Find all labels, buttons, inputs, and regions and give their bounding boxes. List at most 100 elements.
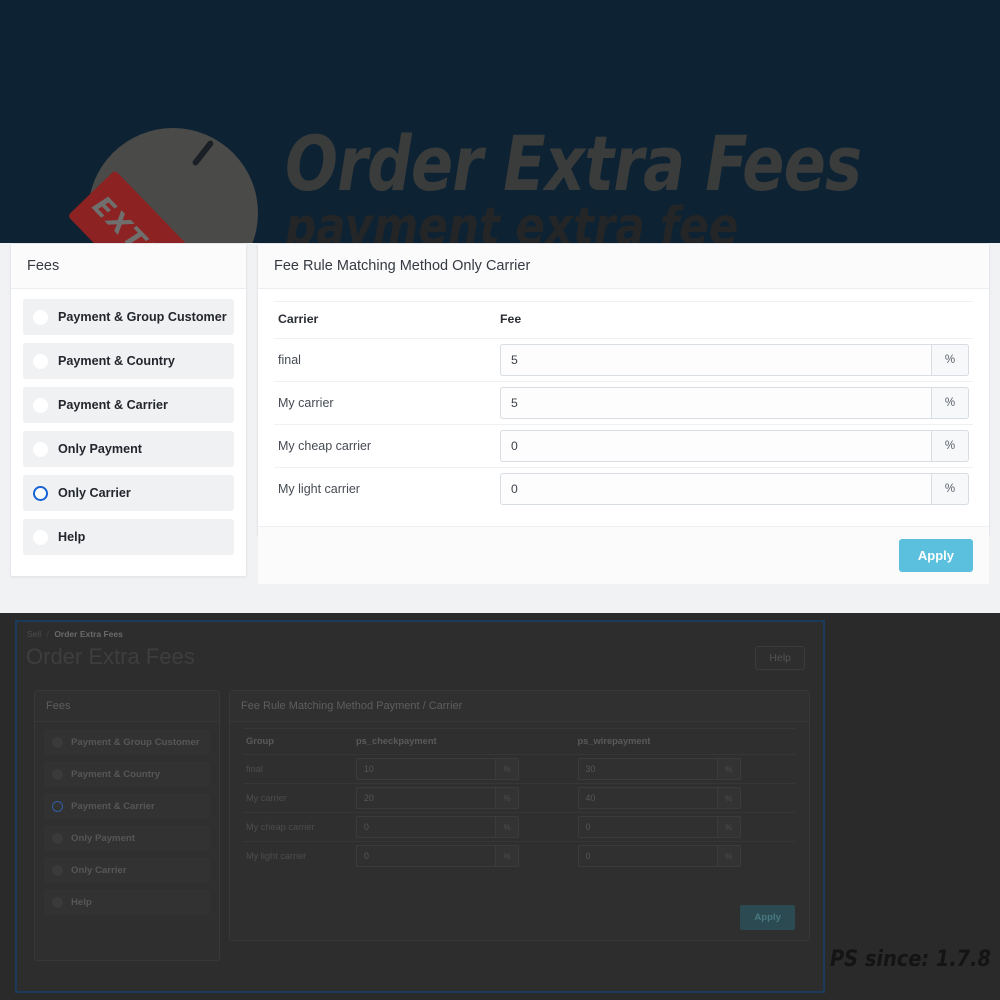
sidebar-item-help[interactable]: Help: [23, 519, 234, 555]
table-row: My carrier 20 % 40 %: [243, 783, 796, 813]
wirepayment-input[interactable]: 40: [577, 787, 717, 809]
percent-addon-icon: %: [931, 430, 969, 462]
percent-addon-icon: %: [716, 845, 741, 867]
fee-input[interactable]: [500, 473, 931, 505]
radio-icon[interactable]: [33, 529, 48, 545]
fee-input-group: %: [500, 387, 969, 419]
breadcrumb-root[interactable]: Sell: [27, 629, 41, 639]
price-tag-label: EXTRA: [85, 190, 185, 245]
radio-icon[interactable]: [52, 864, 63, 876]
radio-icon-selected[interactable]: [52, 800, 63, 812]
fee-input[interactable]: [500, 387, 931, 419]
preview-sidebar-item-payment-country[interactable]: Payment & Country: [44, 761, 210, 787]
preview-apply-button[interactable]: Apply: [740, 905, 795, 930]
preview-fees-sidebar: Fees Payment & Group Customer Payment & …: [34, 690, 220, 961]
preview-sidebar-item-help[interactable]: Help: [44, 889, 210, 915]
radio-icon[interactable]: [33, 353, 48, 369]
percent-addon-icon: %: [495, 758, 519, 780]
hero-title: Order Extra Fees: [285, 119, 862, 208]
radio-icon[interactable]: [33, 397, 48, 413]
radio-icon[interactable]: [52, 736, 63, 748]
wirepayment-input-group: 0 %: [577, 816, 741, 838]
fee-input[interactable]: [500, 430, 931, 462]
carrier-name: My carrier: [274, 381, 496, 425]
fee-input-group: %: [500, 473, 969, 505]
sidebar-item-label: Payment & Group Customer: [58, 310, 227, 324]
preview-fee-rule-panel: Fee Rule Matching Method Payment / Carri…: [229, 690, 810, 941]
preview-sidebar-item-payment-carrier[interactable]: Payment & Carrier: [44, 793, 210, 819]
table-row: My cheap carrier 0 % 0 %: [243, 812, 796, 842]
hero-subtitle: payment extra fee: [285, 197, 739, 245]
preview-fee-rule-footer: Apply: [740, 905, 795, 930]
fee-input-group: %: [500, 430, 969, 462]
radio-icon-selected[interactable]: [33, 485, 48, 501]
fee-cell: %: [496, 424, 973, 468]
group-name: My light carrier: [243, 841, 353, 870]
checkpayment-input[interactable]: 10: [356, 758, 495, 780]
radio-icon[interactable]: [52, 832, 63, 844]
table-row: My light carrier 0 % 0 %: [243, 841, 796, 870]
checkpayment-input-group: 20 %: [356, 787, 519, 809]
preview-sidebar-item-payment-group-customer[interactable]: Payment & Group Customer: [44, 729, 210, 755]
page-root: EXTRA Order Extra Fees payment extra fee…: [0, 0, 1000, 1000]
sidebar-header: Fees: [11, 244, 246, 289]
wirepayment-input-group: 40 %: [577, 787, 741, 809]
checkpayment-input-group: 10 %: [356, 758, 519, 780]
wirepayment-input[interactable]: 0: [577, 816, 717, 838]
breadcrumb: Sell / Order Extra Fees: [27, 629, 123, 639]
preview-sidebar-item-label: Only Payment: [71, 832, 135, 844]
column-header-carrier: Carrier: [274, 301, 496, 339]
wirepayment-input-group: 0 %: [577, 845, 741, 867]
sidebar-item-label: Help: [58, 530, 86, 544]
preview-fee-rule-header: Fee Rule Matching Method Payment / Carri…: [230, 691, 809, 722]
fee-cell: %: [496, 338, 973, 382]
fee-cell: %: [496, 467, 973, 510]
radio-icon[interactable]: [33, 309, 48, 325]
column-header-group: Group: [243, 728, 353, 755]
fee-table: Carrier Fee final %: [274, 301, 973, 510]
wirepayment-input[interactable]: 0: [577, 845, 717, 867]
column-header-wirepayment: ps_wirepayment: [574, 728, 796, 755]
price-tag-icon: EXTRA: [67, 140, 255, 245]
percent-addon-icon: %: [495, 845, 519, 867]
group-name: My carrier: [243, 783, 353, 813]
group-name: My cheap carrier: [243, 812, 353, 842]
wirepayment-cell: 40 %: [574, 783, 796, 813]
wirepayment-cell: 0 %: [574, 841, 796, 870]
preview-fee-table: Group ps_checkpayment ps_wirepayment fin…: [243, 728, 796, 870]
checkpayment-input[interactable]: 20: [356, 787, 495, 809]
fee-rule-body: Carrier Fee final %: [258, 289, 989, 526]
table-row: My cheap carrier %: [274, 424, 973, 468]
preview-fee-rule-body: Group ps_checkpayment ps_wirepayment fin…: [230, 722, 809, 880]
checkpayment-input-group: 0 %: [356, 845, 519, 867]
preview-sidebar-header: Fees: [35, 691, 219, 722]
preview-sidebar-item-only-payment[interactable]: Only Payment: [44, 825, 210, 851]
checkpayment-input[interactable]: 0: [356, 845, 495, 867]
preview-sidebar-item-only-carrier[interactable]: Only Carrier: [44, 857, 210, 883]
help-button[interactable]: Help: [755, 646, 805, 670]
checkpayment-input[interactable]: 0: [356, 816, 495, 838]
wirepayment-cell: 0 %: [574, 812, 796, 842]
radio-icon[interactable]: [52, 768, 63, 780]
radio-icon[interactable]: [52, 896, 63, 908]
sidebar-nav-list: Payment & Group Customer Payment & Count…: [11, 289, 246, 569]
wirepayment-cell: 30 %: [574, 754, 796, 784]
sidebar-item-label: Payment & Carrier: [58, 398, 168, 412]
table-row: final %: [274, 338, 973, 382]
wirepayment-input[interactable]: 30: [577, 758, 717, 780]
sidebar-item-payment-group-customer[interactable]: Payment & Group Customer: [23, 299, 234, 335]
fee-input[interactable]: [500, 344, 931, 376]
sidebar-item-only-carrier[interactable]: Only Carrier: [23, 475, 234, 511]
sidebar-item-payment-country[interactable]: Payment & Country: [23, 343, 234, 379]
ps-version-note: PS since: 1.7.8: [829, 947, 991, 972]
percent-addon-icon: %: [716, 787, 741, 809]
sidebar-item-payment-carrier[interactable]: Payment & Carrier: [23, 387, 234, 423]
wirepayment-input-group: 30 %: [577, 758, 741, 780]
column-header-checkpayment: ps_checkpayment: [353, 728, 575, 755]
content-area: Fees Payment & Group Customer Payment & …: [0, 243, 1000, 613]
radio-icon[interactable]: [33, 441, 48, 457]
preview-sidebar-item-label: Payment & Country: [71, 768, 161, 780]
sidebar-item-only-payment[interactable]: Only Payment: [23, 431, 234, 467]
checkpayment-cell: 20 %: [353, 783, 575, 813]
apply-button[interactable]: Apply: [898, 539, 973, 572]
